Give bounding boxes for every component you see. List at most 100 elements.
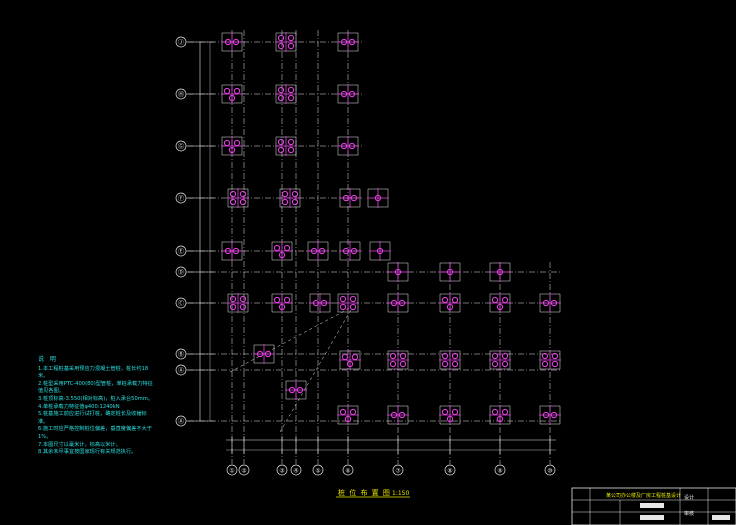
pile-group <box>539 350 561 370</box>
plan-scale: 1:150 <box>392 490 410 497</box>
pile-group <box>309 293 331 313</box>
pile <box>349 408 357 416</box>
title-block-design-label: 设计 <box>684 495 695 501</box>
pile <box>233 139 241 147</box>
row-label: Ⓗ <box>178 90 184 98</box>
pile <box>223 139 231 147</box>
column-axis-bubbles: ①② ③ ④ ⑤ ⑥ ⑦ ⑧ ⑨ ⑩ <box>226 464 556 476</box>
pile-group <box>275 136 297 156</box>
pile-group <box>439 350 461 370</box>
col-label: ⑧ <box>447 467 452 474</box>
pile-group <box>339 350 361 370</box>
row-label: Ⓖ <box>178 142 184 150</box>
pile-group <box>221 32 243 52</box>
pile <box>291 190 299 198</box>
pile-group <box>369 241 391 261</box>
pile <box>491 296 499 304</box>
pile <box>277 86 285 94</box>
pile <box>451 360 459 368</box>
pile <box>339 295 347 303</box>
col-label: ⑦ <box>395 467 401 474</box>
pile-group <box>337 32 359 52</box>
col-label: ⑨ <box>497 467 502 474</box>
pile <box>287 146 295 154</box>
pile <box>339 303 347 311</box>
col-label: ③ <box>279 467 284 474</box>
pile <box>229 303 237 311</box>
pile <box>349 295 357 303</box>
note-item-7: 7.本图尺寸以毫米计，标高以米计。 <box>38 441 121 448</box>
pile <box>441 296 449 304</box>
pile-group <box>221 136 243 156</box>
pile <box>441 360 449 368</box>
pile <box>541 360 549 368</box>
pile <box>351 353 359 361</box>
pile-group <box>227 188 249 208</box>
title-block-fill <box>640 503 664 508</box>
pile <box>349 303 357 311</box>
pile-group <box>221 241 243 261</box>
title-block-check-label: 审核 <box>684 511 695 517</box>
pile <box>341 353 349 361</box>
pile-group <box>337 405 359 425</box>
pile-group <box>539 293 561 313</box>
note-item-1: 1.本工程桩基采用预应力混凝土管桩，桩长约18米。 <box>38 365 149 380</box>
pile-group <box>275 84 297 104</box>
pile <box>491 360 499 368</box>
pile-group <box>337 293 359 313</box>
pile <box>277 138 285 146</box>
row-label: Ⓐ <box>178 366 184 374</box>
pile <box>229 295 237 303</box>
pile <box>277 42 285 50</box>
col-label: ⑥ <box>345 467 350 474</box>
pile-group <box>439 262 461 282</box>
pile <box>399 360 407 368</box>
pile <box>501 296 509 304</box>
pile-group <box>387 293 409 313</box>
pile-group <box>489 405 511 425</box>
pile-group <box>439 293 461 313</box>
pile-group <box>387 405 409 425</box>
pile-group <box>337 84 359 104</box>
pile <box>389 352 397 360</box>
pile <box>291 198 299 206</box>
title-block-fill <box>712 515 730 520</box>
row-axis-bubbles: Ⓙ Ⓗ Ⓖ Ⓕ Ⓔ Ⓓ Ⓒ Ⓑ Ⓐ Ⓐ <box>175 36 196 427</box>
pile-group <box>271 293 293 313</box>
pile <box>491 408 499 416</box>
col-label: ① <box>229 467 234 474</box>
pile-group <box>489 262 511 282</box>
col-label: ② <box>241 467 247 474</box>
pile <box>287 86 295 94</box>
row-label: Ⓓ <box>178 268 184 276</box>
pile <box>551 360 559 368</box>
note-item-6: 6.施工时应严格控制桩位偏差，垂直度偏差不大于1%。 <box>38 426 152 440</box>
pile <box>501 408 509 416</box>
pile <box>239 295 247 303</box>
pile <box>287 138 295 146</box>
pile-group <box>339 241 361 261</box>
pile <box>277 146 285 154</box>
pile <box>501 360 509 368</box>
row-label: Ⓒ <box>178 299 184 307</box>
row-label: Ⓔ <box>178 247 184 255</box>
pile <box>283 296 291 304</box>
pile <box>287 34 295 42</box>
row-label: Ⓙ <box>178 38 184 46</box>
pile <box>239 303 247 311</box>
col-label: ⑩ <box>547 467 552 474</box>
pile <box>281 190 289 198</box>
dimension-lines <box>196 41 556 454</box>
pile-group <box>337 136 359 156</box>
row-label: Ⓑ <box>178 350 184 358</box>
design-notes: 说 明 1.本工程桩基采用预应力混凝土管桩，桩长约18米。 2.桩型采用PTC-… <box>38 356 156 457</box>
notes-header: 说 明 <box>38 356 58 363</box>
pile-group <box>271 241 293 261</box>
pile <box>281 198 289 206</box>
pile-group <box>539 405 561 425</box>
pile <box>273 244 281 252</box>
pile-group <box>339 188 361 208</box>
pile-group <box>387 350 409 370</box>
pile-group <box>307 241 329 261</box>
note-item-2: 2.桩型采用PTC-400(80)型管桩，单桩承载力特征值见各图。 <box>38 380 153 395</box>
